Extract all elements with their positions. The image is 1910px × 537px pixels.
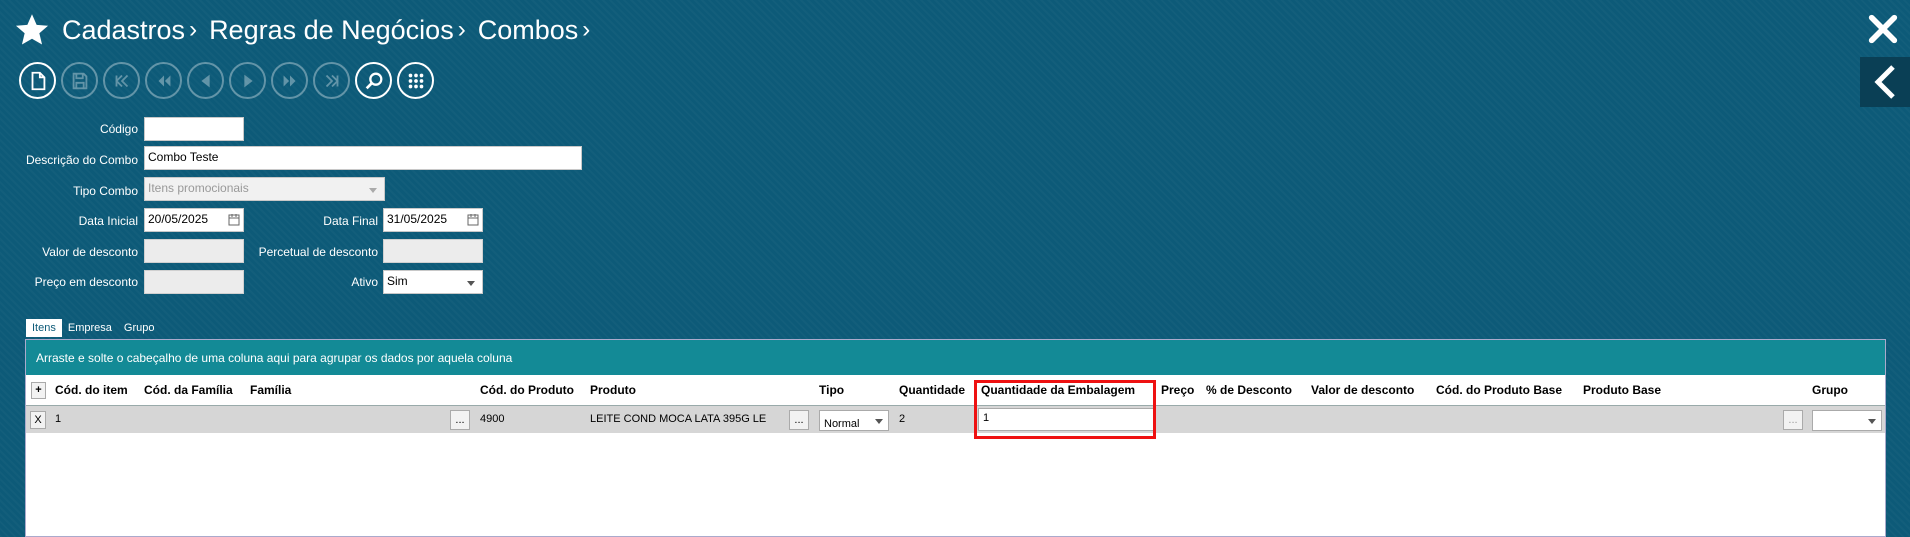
- star-icon[interactable]: [14, 12, 50, 48]
- produto-base-lookup-button[interactable]: ...: [1783, 410, 1803, 430]
- cell-produto[interactable]: LEITE COND MOCA LATA 395G LE: [590, 413, 766, 425]
- breadcrumb-item-cadastros[interactable]: Cadastros: [62, 15, 185, 46]
- col-cod-produto-base[interactable]: Cód. do Produto Base: [1436, 383, 1562, 397]
- chevron-right-icon: ›: [582, 16, 591, 43]
- cell-quantidade[interactable]: 2: [899, 413, 905, 425]
- tab-empresa[interactable]: Empresa: [62, 319, 118, 337]
- data-final-value: 31/05/2025: [387, 212, 448, 226]
- save-button[interactable]: [61, 62, 98, 99]
- col-quantidade[interactable]: Quantidade: [899, 383, 965, 397]
- search-button[interactable]: [355, 62, 392, 99]
- play-icon: [243, 74, 253, 87]
- breadcrumb-item-regras[interactable]: Regras de Negócios: [209, 15, 454, 46]
- familia-lookup-button[interactable]: ...: [450, 410, 470, 430]
- grid-icon: [408, 73, 423, 88]
- header: Cadastros › Regras de Negócios › Combos ›: [14, 10, 602, 50]
- preco-desconto-label: Preço em desconto: [34, 275, 138, 289]
- col-familia[interactable]: Família: [250, 383, 291, 397]
- cell-cod-item[interactable]: 1: [55, 413, 61, 425]
- descricao-input[interactable]: Combo Teste: [144, 146, 582, 170]
- calendar-icon[interactable]: [467, 213, 479, 226]
- next-record-button[interactable]: [229, 62, 266, 99]
- codigo-input[interactable]: [144, 117, 244, 141]
- close-icon[interactable]: [1866, 12, 1900, 46]
- produto-lookup-button[interactable]: ...: [789, 410, 809, 430]
- collapse-panel-button[interactable]: [1860, 57, 1910, 107]
- grid-view-button[interactable]: [397, 62, 434, 99]
- data-inicial-input[interactable]: 20/05/2025: [144, 208, 244, 232]
- tipo-combo-label: Tipo Combo: [73, 184, 138, 198]
- col-cod-produto[interactable]: Cód. do Produto: [480, 383, 574, 397]
- next-page-button[interactable]: [271, 62, 308, 99]
- tab-grupo[interactable]: Grupo: [118, 319, 161, 337]
- data-final-input[interactable]: 31/05/2025: [383, 208, 483, 232]
- col-cod-familia[interactable]: Cód. da Família: [144, 383, 233, 397]
- tipo-combo-select[interactable]: Itens promocionais: [144, 177, 385, 201]
- play-back-icon: [200, 74, 210, 87]
- cell-cod-produto[interactable]: 4900: [480, 413, 504, 425]
- col-grupo[interactable]: Grupo: [1812, 383, 1848, 397]
- chevron-down-icon: [467, 281, 475, 286]
- col-produto-base[interactable]: Produto Base: [1583, 383, 1661, 397]
- col-produto[interactable]: Produto: [590, 383, 636, 397]
- col-preco[interactable]: Preço: [1161, 383, 1194, 397]
- rewind-icon: [158, 75, 170, 86]
- chevron-right-icon: ›: [189, 16, 198, 43]
- valor-desconto-label: Valor de desconto: [42, 245, 138, 259]
- col-valor-desconto[interactable]: Valor de desconto: [1311, 383, 1414, 397]
- last-record-button[interactable]: [313, 62, 350, 99]
- chevron-down-icon: [875, 419, 883, 424]
- chevron-right-icon: ›: [457, 16, 466, 43]
- table-row[interactable]: X 1 ... 4900 LEITE COND MOCA LATA 395G L…: [26, 406, 1885, 433]
- data-inicial-label: Data Inicial: [78, 214, 138, 228]
- grid-header: + Cód. do item Cód. da Família Família C…: [26, 375, 1885, 406]
- fast-forward-icon: [283, 75, 295, 86]
- new-document-button[interactable]: [19, 62, 56, 99]
- tab-bar: Itens Empresa Grupo: [26, 319, 160, 337]
- toolbar: [19, 62, 434, 99]
- search-icon: [365, 72, 382, 89]
- tipo-select[interactable]: Normal: [819, 410, 889, 431]
- tipo-value: Normal: [824, 418, 860, 430]
- codigo-label: Código: [99, 122, 138, 136]
- document-icon: [31, 71, 45, 90]
- col-tipo[interactable]: Tipo: [819, 383, 844, 397]
- items-grid: Arraste e solte o cabeçalho de uma colun…: [25, 339, 1886, 537]
- previous-page-button[interactable]: [145, 62, 182, 99]
- grupo-select[interactable]: [1812, 410, 1882, 431]
- chevron-down-icon: [369, 188, 377, 193]
- ativo-select[interactable]: Sim: [383, 270, 483, 294]
- breadcrumb: Cadastros › Regras de Negócios › Combos ›: [62, 15, 602, 46]
- ativo-value: Sim: [387, 274, 408, 288]
- chevron-left-icon: [1874, 65, 1895, 99]
- col-pct-desconto[interactable]: % de Desconto: [1206, 383, 1292, 397]
- skip-first-icon: [114, 74, 128, 87]
- chevron-down-icon: [1868, 419, 1876, 424]
- remove-row-button[interactable]: X: [30, 411, 46, 429]
- valor-desconto-input: [144, 239, 244, 263]
- data-inicial-value: 20/05/2025: [148, 212, 209, 226]
- col-qtd-embalagem[interactable]: Quantidade da Embalagem: [981, 383, 1135, 397]
- tipo-combo-value: Itens promocionais: [148, 181, 249, 195]
- calendar-icon[interactable]: [228, 213, 240, 226]
- percentual-desconto-label: Percetual de desconto: [258, 245, 378, 259]
- ativo-label: Ativo: [351, 275, 378, 289]
- tab-itens[interactable]: Itens: [26, 319, 62, 337]
- add-row-button[interactable]: +: [31, 382, 46, 399]
- previous-record-button[interactable]: [187, 62, 224, 99]
- group-by-bar[interactable]: Arraste e solte o cabeçalho de uma colun…: [26, 340, 1885, 375]
- preco-desconto-input: [144, 270, 244, 294]
- descricao-label: Descrição do Combo: [25, 153, 138, 167]
- skip-last-icon: [325, 74, 339, 87]
- first-record-button[interactable]: [103, 62, 140, 99]
- breadcrumb-item-combos[interactable]: Combos: [478, 15, 579, 46]
- percentual-desconto-input: [383, 239, 483, 263]
- qtd-embalagem-input[interactable]: 1: [978, 408, 1155, 431]
- save-icon: [72, 72, 87, 89]
- data-final-label: Data Final: [323, 214, 378, 228]
- col-cod-item[interactable]: Cód. do item: [55, 383, 128, 397]
